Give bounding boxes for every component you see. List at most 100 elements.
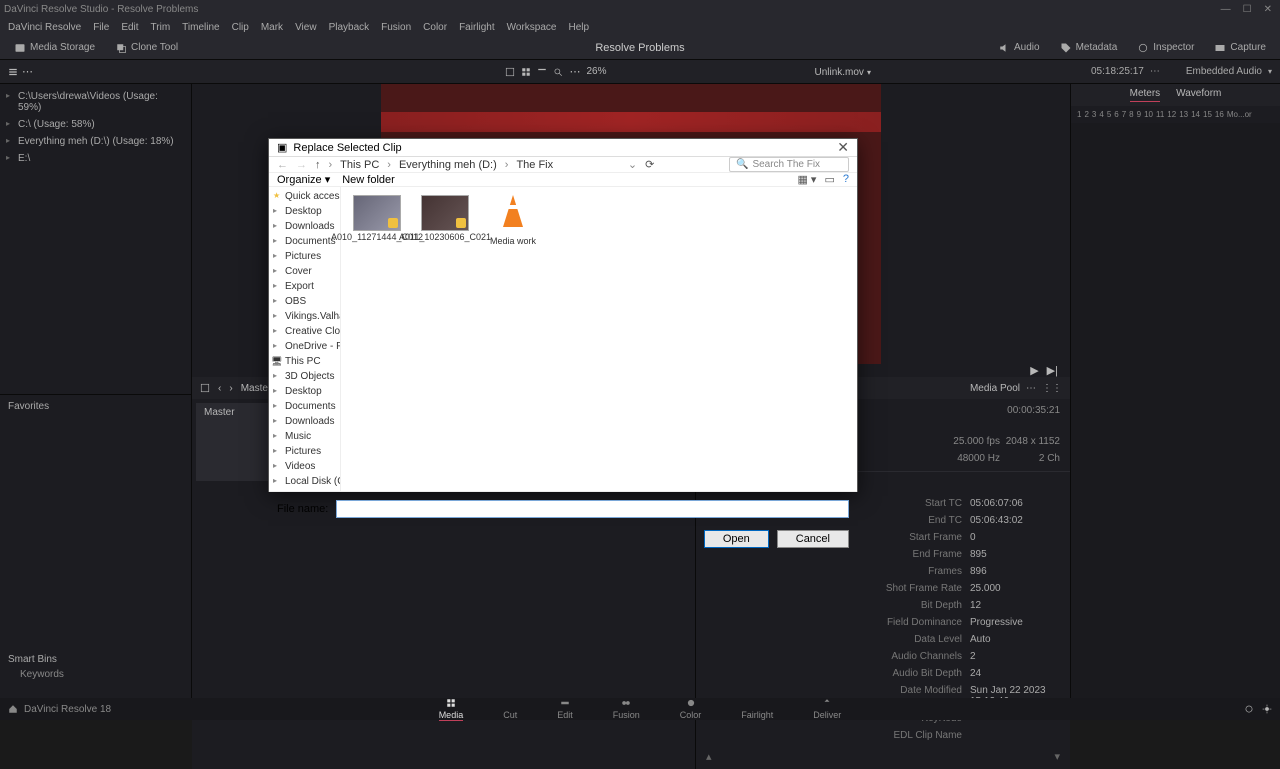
media-pool-label[interactable]: Media Pool <box>970 383 1020 394</box>
dialog-close-icon[interactable]: ✕ <box>837 139 849 156</box>
search-input[interactable]: 🔍 Search The Fix <box>729 157 849 172</box>
sidebar-item[interactable]: Desktop <box>269 204 340 219</box>
nav-forward-icon[interactable]: → <box>296 159 307 171</box>
play-icon[interactable]: ▶ <box>1030 364 1038 377</box>
more-icon[interactable]: ⋯ <box>569 65 580 78</box>
menu-item[interactable]: Trim <box>151 22 171 33</box>
maximize-icon[interactable]: ☐ <box>1243 4 1252 15</box>
menu-item[interactable]: DaVinci Resolve <box>8 22 81 33</box>
sidebar-item[interactable]: Cover <box>269 264 340 279</box>
more-icon[interactable]: ⋯ <box>1026 383 1036 394</box>
file-browser[interactable]: A010_11271444_C012 A011_10230606_C021 Me… <box>341 187 857 491</box>
menu-item[interactable]: Timeline <box>182 22 219 33</box>
home-icon[interactable] <box>8 704 18 714</box>
embedded-audio-label[interactable]: Embedded Audio <box>1186 66 1262 77</box>
sidebar-item[interactable]: Music <box>269 429 340 444</box>
forward-icon[interactable]: › <box>229 383 232 394</box>
nav-up-icon[interactable]: ↑ <box>315 159 321 171</box>
menu-item[interactable]: Edit <box>121 22 138 33</box>
menu-item[interactable]: Mark <box>261 22 283 33</box>
sidebar-item[interactable]: Documents <box>269 399 340 414</box>
sidebar-item[interactable]: Downloads <box>269 414 340 429</box>
chevron-down-icon[interactable]: ⌄ <box>628 158 637 171</box>
sidebar-item[interactable]: OneDrive - Person <box>269 339 340 354</box>
prev-clip-icon[interactable]: ▴ <box>706 750 712 763</box>
meters-tab[interactable]: Meters <box>1130 88 1161 102</box>
nav-fusion[interactable]: Fusion <box>613 698 640 720</box>
project-settings-icon[interactable] <box>1244 704 1254 714</box>
sidebar-item[interactable]: Downloads <box>269 219 340 234</box>
menu-item[interactable]: Fairlight <box>459 22 495 33</box>
menu-item[interactable]: Color <box>423 22 447 33</box>
nav-back-icon[interactable]: ← <box>277 159 288 171</box>
breadcrumb[interactable]: Everything meh (D:) <box>399 159 497 171</box>
refresh-icon[interactable]: ⟳ <box>645 158 654 171</box>
tree-item[interactable]: C:\ (Usage: 58%) <box>0 116 191 133</box>
sidebar-item[interactable]: Creative Cloud Fil <box>269 324 340 339</box>
collapse-icon[interactable] <box>200 383 210 393</box>
tree-item[interactable]: E:\ <box>0 150 191 167</box>
waveform-tab[interactable]: Waveform <box>1176 88 1221 102</box>
settings-icon[interactable] <box>1262 704 1272 714</box>
minimize-icon[interactable]: — <box>1221 4 1231 15</box>
cancel-button[interactable]: Cancel <box>777 530 849 548</box>
smart-bins-keywords[interactable]: Keywords <box>8 669 64 680</box>
sidebar-item[interactable]: Desktop <box>269 384 340 399</box>
sidebar-item[interactable]: This PC <box>269 354 340 369</box>
search-icon[interactable] <box>553 67 563 77</box>
sidebar-item[interactable]: Pictures <box>269 444 340 459</box>
menu-item[interactable]: Fusion <box>381 22 411 33</box>
metadata-button[interactable]: Metadata <box>1054 40 1124 56</box>
nav-media[interactable]: Media <box>439 698 464 721</box>
sidebar-item[interactable]: Quick access <box>269 189 340 204</box>
breadcrumb[interactable]: The Fix <box>516 159 553 171</box>
more-icon[interactable]: ⋯ <box>1150 66 1160 77</box>
organize-button[interactable]: Organize ▾ <box>277 173 330 186</box>
open-button[interactable]: Open <box>704 530 769 548</box>
nav-fairlight[interactable]: Fairlight <box>741 698 773 720</box>
menu-item[interactable]: Clip <box>232 22 249 33</box>
zoom-value[interactable]: 26% <box>586 66 606 77</box>
menu-item[interactable]: File <box>93 22 109 33</box>
sidebar-item[interactable]: Videos <box>269 459 340 474</box>
fit-icon[interactable] <box>505 67 515 77</box>
clone-tool-button[interactable]: Clone Tool <box>109 40 184 56</box>
sidebar-item[interactable]: 3D Objects <box>269 369 340 384</box>
sidebar-item[interactable]: OBS <box>269 294 340 309</box>
viewer-filename[interactable]: Unlink.mov <box>814 67 863 78</box>
sidebar-item[interactable]: Documents <box>269 234 340 249</box>
list-icon[interactable] <box>537 67 547 77</box>
view-list-icon[interactable] <box>8 67 18 77</box>
menu-item[interactable]: Playback <box>329 22 370 33</box>
media-storage-button[interactable]: Media Storage <box>8 40 101 56</box>
new-folder-button[interactable]: New folder <box>342 174 395 186</box>
sidebar-item[interactable]: Pictures <box>269 249 340 264</box>
nav-color[interactable]: Color <box>680 698 702 720</box>
next-icon[interactable]: ▶| <box>1047 364 1058 377</box>
back-icon[interactable]: ‹ <box>218 383 221 394</box>
menu-item[interactable]: Workspace <box>507 22 557 33</box>
preview-pane-icon[interactable]: ▭ <box>824 173 834 186</box>
capture-button[interactable]: Capture <box>1208 40 1272 56</box>
nav-deliver[interactable]: Deliver <box>813 698 841 720</box>
filename-input[interactable] <box>336 500 849 518</box>
grid-icon[interactable] <box>521 67 531 77</box>
menu-item[interactable]: View <box>295 22 317 33</box>
inspector-button[interactable]: Inspector <box>1131 40 1200 56</box>
chevron-down-icon[interactable]: ⋮⋮ <box>1042 383 1062 394</box>
help-icon[interactable]: ? <box>843 173 849 186</box>
tree-item[interactable]: Everything meh (D:\) (Usage: 18%) <box>0 133 191 150</box>
view-mode-icon[interactable]: ▦ ▾ <box>797 173 816 186</box>
file-item[interactable]: Media work <box>485 195 541 247</box>
nav-edit[interactable]: Edit <box>557 698 573 720</box>
file-item[interactable]: A010_11271444_C012 <box>349 195 405 243</box>
sidebar-item[interactable]: Vikings.Valhalla. <box>269 309 340 324</box>
sidebar-item[interactable]: Export <box>269 279 340 294</box>
breadcrumb[interactable]: This PC <box>340 159 379 171</box>
audio-button[interactable]: Audio <box>992 40 1046 56</box>
close-icon[interactable]: ✕ <box>1264 4 1272 15</box>
options-icon[interactable]: ⋯ <box>22 65 33 78</box>
breadcrumb-master[interactable]: Master <box>241 383 272 394</box>
file-item[interactable]: A011_10230606_C021 <box>417 195 473 243</box>
tree-item[interactable]: C:\Users\drewa\Videos (Usage: 59%) <box>0 88 191 116</box>
